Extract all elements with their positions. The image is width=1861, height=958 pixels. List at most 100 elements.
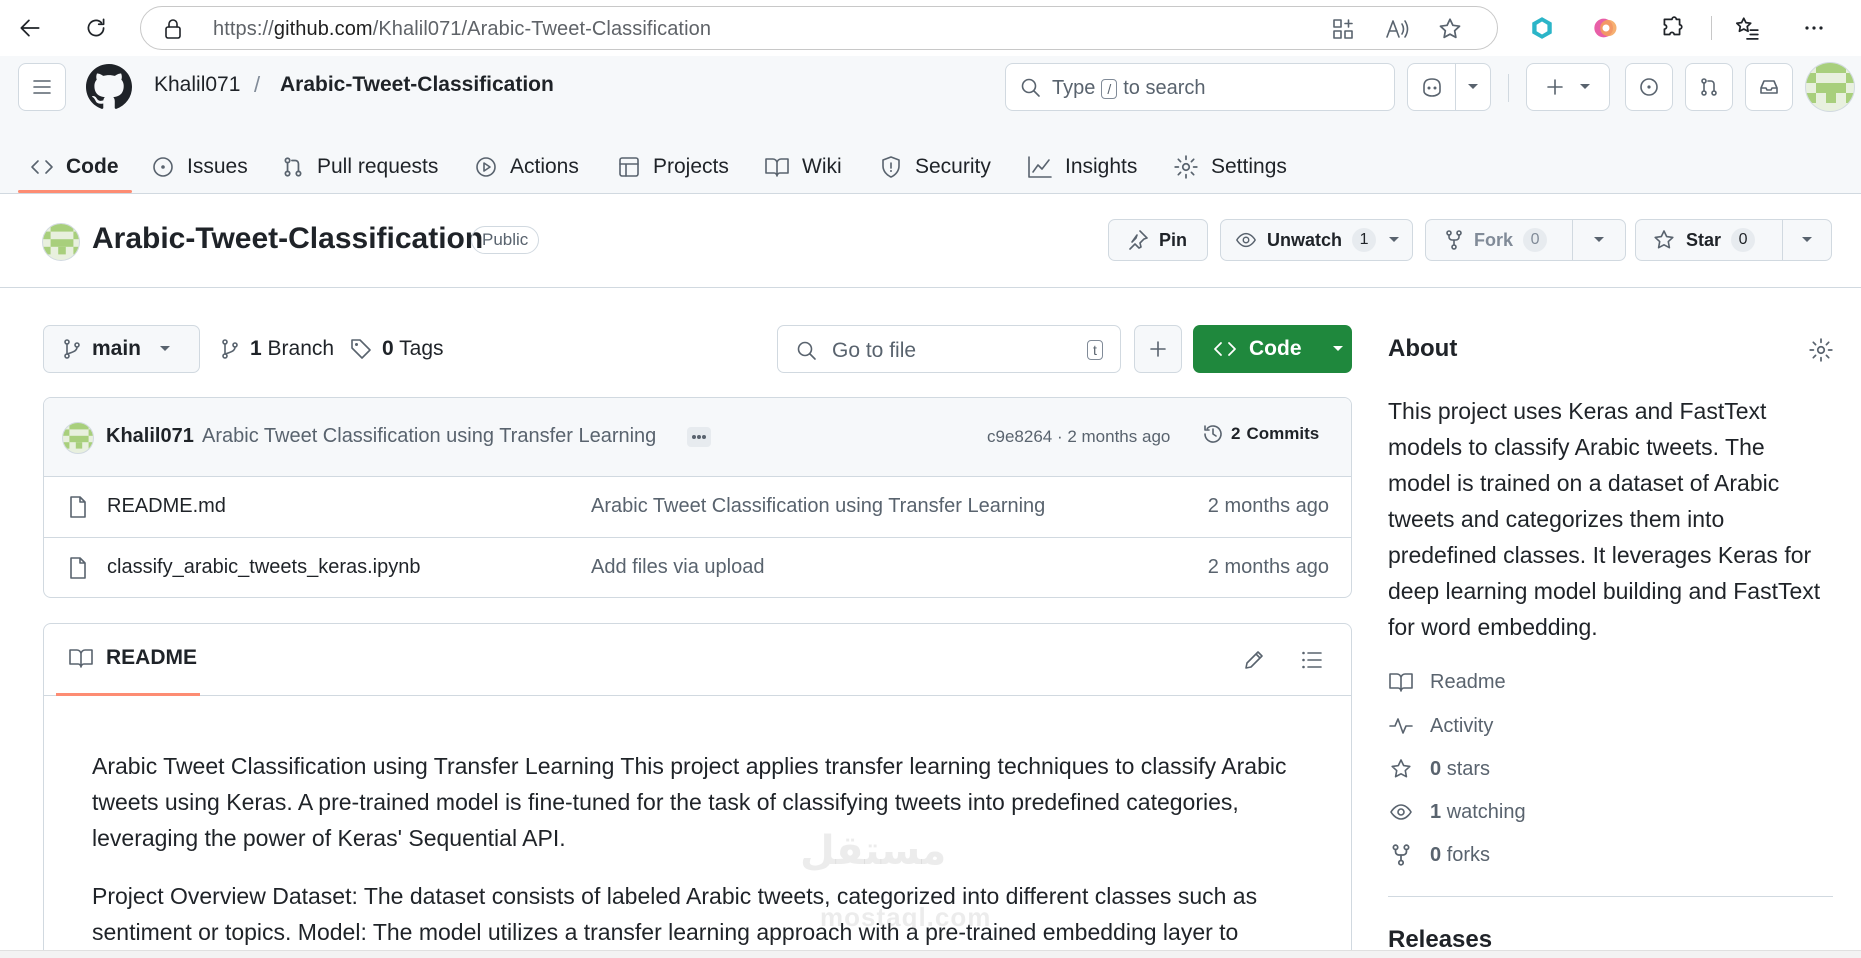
tab-settings-label: Settings [1211,155,1287,178]
search-icon [796,340,818,362]
history-icon [1204,425,1222,443]
issue-circle-icon [153,157,173,177]
star-icon [1654,230,1674,249]
more-options-icon[interactable] [1796,10,1832,46]
pin-button[interactable]: Pin [1108,219,1208,261]
file-name[interactable]: README.md [107,495,226,518]
file-name[interactable]: classify_arabic_tweets_keras.ipynb [107,556,421,579]
branches-link[interactable]: 1 Branch [220,337,334,361]
code-download-button[interactable]: Code [1193,325,1352,373]
tab-projects[interactable]: Projects [617,142,729,192]
pull-requests-icon[interactable] [1685,63,1733,111]
eye-icon [1390,804,1412,820]
watch-dropdown-icon[interactable] [1382,220,1410,260]
toolbar-divider [1711,16,1712,40]
refresh-icon[interactable] [78,10,114,46]
extension-colorful-icon[interactable] [1588,10,1624,46]
about-settings-gear-icon[interactable] [1808,337,1834,363]
copilot-dropdown-icon[interactable] [1456,83,1490,91]
fork-button[interactable]: Fork 0 [1425,219,1626,261]
sidebar-forks-link[interactable]: 0 forks [1388,843,1490,867]
copilot-icon[interactable] [1408,64,1456,110]
favorites-list-icon[interactable] [1729,10,1765,46]
tab-wiki-label: Wiki [802,155,842,178]
commits-label: Commits [1246,424,1320,443]
copilot-button[interactable] [1407,63,1491,111]
global-search-input[interactable]: Type / to search [1005,63,1395,111]
branches-count: 1 [250,337,262,360]
create-new-button[interactable] [1526,63,1610,111]
tab-issues[interactable]: Issues [151,142,248,192]
fork-dropdown-icon[interactable] [1573,220,1605,260]
file-row[interactable]: README.md Arabic Tweet Classification us… [44,477,1351,538]
go-to-file-input[interactable]: Go to file t [777,325,1121,373]
add-file-button[interactable] [1134,325,1182,373]
tab-insights[interactable]: Insights [1027,142,1137,192]
favorite-star-icon[interactable] [1437,16,1463,42]
star-counter: 0 [1731,228,1756,252]
sidebar-activity-link[interactable]: Activity [1388,714,1493,738]
url-text[interactable]: https://github.com/Khalil071/Arabic-Twee… [213,18,711,41]
latest-commit-row: Khalil071 Arabic Tweet Classification us… [44,398,1351,477]
star-dropdown-icon[interactable] [1783,220,1813,260]
sidebar-readme-link[interactable]: Readme [1388,670,1506,694]
extensions-puzzle-icon[interactable] [1654,10,1690,46]
sidebar-watching-link[interactable]: 1 watching [1388,800,1526,824]
branch-selector[interactable]: main [43,325,200,373]
file-commit-message[interactable]: Add files via upload [591,556,764,579]
tab-code[interactable]: Code [30,142,119,192]
read-aloud-icon[interactable] [1384,17,1410,41]
app-available-icon[interactable] [1331,17,1355,41]
user-avatar[interactable] [1805,62,1855,112]
tags-link[interactable]: 0 Tags [350,337,444,361]
commit-author[interactable]: Khalil071 [106,425,194,448]
file-row[interactable]: classify_arabic_tweets_keras.ipynb Add f… [44,538,1351,597]
browser-toolbar: https://github.com/Khalil071/Arabic-Twee… [0,0,1861,56]
file-commit-message[interactable]: Arabic Tweet Classification using Transf… [591,495,1045,518]
commit-message[interactable]: Arabic Tweet Classification using Transf… [202,425,656,448]
github-logo-icon[interactable] [86,64,132,110]
about-description: This project uses Keras and FastText mod… [1388,398,1821,640]
commit-author-avatar[interactable] [62,422,94,454]
unwatch-button[interactable]: Unwatch 1 [1220,219,1413,261]
readme-tab[interactable]: README [68,646,197,670]
search-placeholder: Type / to search [1052,77,1206,100]
commit-hash-time[interactable]: c9e8264 · 2 months ago [987,427,1170,447]
pin-label: Pin [1159,229,1188,250]
file-table: Khalil071 Arabic Tweet Classification us… [43,397,1352,598]
commits-count: 2 [1231,424,1241,443]
book-icon [69,649,93,668]
forks-label: forks [1446,843,1491,866]
pencil-edit-icon[interactable] [1242,648,1266,672]
tab-pull-requests[interactable]: Pull requests [281,142,438,192]
outline-list-icon[interactable] [1300,648,1324,672]
pulse-icon [1389,718,1413,734]
inbox-icon[interactable] [1745,63,1793,111]
git-branch-icon [222,339,238,359]
pin-icon [1129,230,1148,250]
commit-ellipsis-icon[interactable] [687,427,711,447]
chevron-down-icon [160,346,171,351]
tab-wiki[interactable]: Wiki [764,142,842,192]
issues-icon[interactable] [1625,63,1673,111]
tab-security-label: Security [915,155,991,178]
commits-history-link[interactable]: 2 Commits [1201,422,1319,446]
repo-link[interactable]: Arabic-Tweet-Classification [280,73,554,97]
tab-settings[interactable]: Settings [1173,142,1287,192]
owner-avatar[interactable] [42,223,80,261]
star-button[interactable]: Star 0 [1635,219,1832,261]
repo-title-row: Arabic-Tweet-Classification Public Pin U… [0,194,1861,288]
menu-hamburger-icon[interactable] [18,63,66,111]
address-bar[interactable]: https://github.com/Khalil071/Arabic-Twee… [140,6,1498,50]
sidebar-stars-link[interactable]: 0 stars [1388,757,1490,781]
tab-actions[interactable]: Actions [474,142,579,192]
owner-link[interactable]: Khalil071 [154,73,240,97]
file-date: 2 months ago [1207,495,1329,517]
lock-icon[interactable] [163,18,183,40]
github-header: Khalil071 / Arabic-Tweet-Classification … [0,56,1861,194]
tab-security[interactable]: Security [879,142,991,192]
repo-title[interactable]: Arabic-Tweet-Classification [92,222,483,256]
back-icon[interactable] [12,10,48,46]
extension-copilot-icon[interactable] [1524,10,1560,46]
readme-tab-label: README [106,646,198,669]
